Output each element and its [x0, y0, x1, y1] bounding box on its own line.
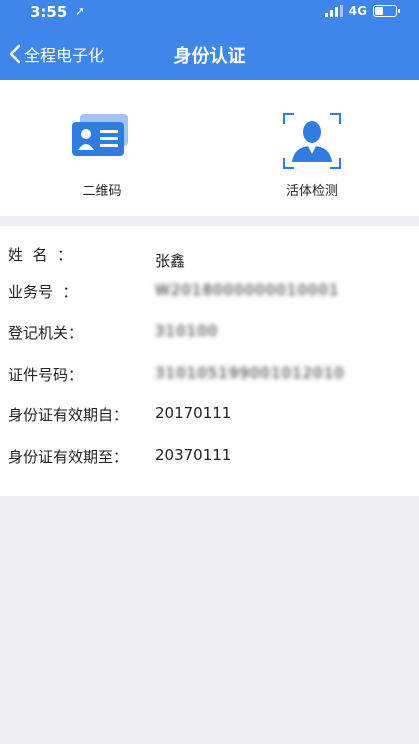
field-value: 310105199001012010 [155, 364, 345, 382]
status-indicators: 4G [324, 4, 400, 18]
qr-code-option[interactable]: 二维码 [42, 110, 162, 210]
info-row-registration-authority: 登记机关： 310100 [0, 322, 419, 352]
qr-code-label: 二维码 [82, 184, 122, 199]
info-row-valid-to: 身份证有效期至： 20370111 [0, 446, 419, 476]
status-bar: 3:55 ➚ 4G [0, 3, 419, 25]
field-value: 20170111 [155, 404, 232, 422]
location-arrow-icon: ➚ [75, 4, 86, 18]
id-card-icon [72, 114, 128, 156]
info-row-id-number: 证件号码： 310105199001012010 [0, 364, 419, 394]
identity-info-panel: 姓 名 ： 张鑫 业务号 ： W2018000000010001 登记机关： 3… [0, 226, 419, 496]
face-scan-icon [283, 113, 341, 169]
info-row-business-number: 业务号 ： W2018000000010001 [0, 281, 419, 311]
liveness-detection-label: 活体检测 [285, 184, 338, 199]
liveness-detection-option[interactable]: 活体检测 [252, 110, 372, 210]
info-row-name: 姓 名 ： 张鑫 [0, 244, 419, 274]
field-value: W2018000000010001 [155, 281, 340, 299]
field-label: 登记机关： [8, 324, 84, 342]
auth-options: 二维码 活体检测 [0, 80, 419, 216]
field-label: 身份证有效期至： [8, 448, 129, 466]
field-label: 业务号 ： [8, 283, 78, 301]
field-value: 20370111 [155, 446, 232, 464]
signal-icon [324, 5, 343, 17]
info-row-valid-from: 身份证有效期自： 20170111 [0, 404, 419, 434]
field-label: 证件号码： [8, 366, 84, 384]
network-type: 4G [348, 4, 367, 18]
field-label: 身份证有效期自： [8, 406, 129, 424]
nav-bar: 全程电子化 身份认证 [0, 40, 419, 70]
status-time: 3:55 [30, 3, 68, 21]
field-value: 张鑫 [155, 252, 186, 270]
page-title: 身份认证 [173, 46, 246, 67]
app-header: 3:55 ➚ 4G 全程电子化 身份认证 [0, 0, 419, 80]
field-label: 姓 名 ： [8, 246, 73, 264]
battery-icon [373, 5, 400, 17]
field-value: 310100 [155, 322, 219, 340]
